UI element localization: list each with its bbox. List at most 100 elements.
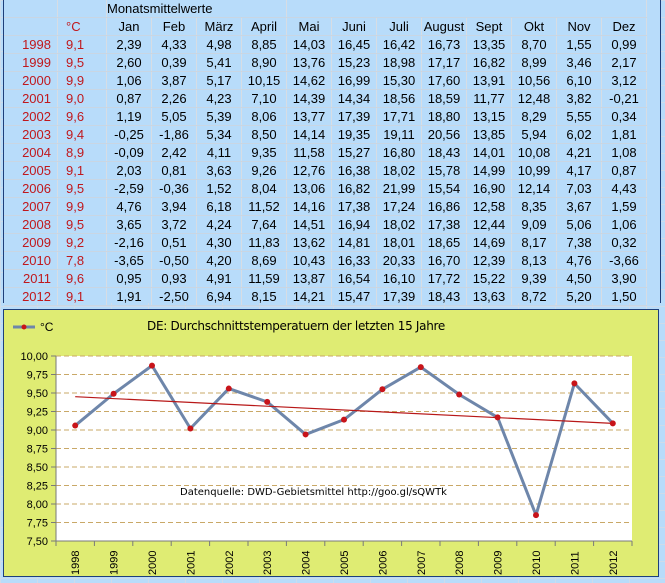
cell-monthly-value: 14,81: [331, 233, 377, 252]
row-annual-mean: 9,9: [57, 197, 107, 216]
cell-monthly-value: 5,20: [556, 287, 602, 306]
data-point[interactable]: [417, 364, 424, 371]
table-section-title: Monatsmittelwerte: [106, 0, 287, 18]
data-point[interactable]: [302, 431, 309, 438]
cell-monthly-value: 10,56: [511, 71, 557, 90]
data-point[interactable]: [187, 425, 194, 432]
cell-monthly-value: 18,59: [421, 89, 467, 108]
data-point[interactable]: [494, 414, 501, 421]
table-row: 2002 9,6 1,19 5,05 5,39 8,06 13,77 17,39 17,71 18…: [4, 107, 647, 126]
cell-monthly-value: 1,08: [601, 143, 647, 162]
row-annual-mean: 9,0: [57, 89, 107, 108]
row-year: 2006: [4, 179, 58, 198]
data-point[interactable]: [264, 398, 271, 405]
row-year: 2010: [4, 251, 58, 270]
cell-monthly-value: 3,90: [601, 269, 647, 288]
monthly-means-table-region: Monatsmittelwerte °C Jan Feb März April Mai Ju…: [3, 0, 661, 324]
data-point[interactable]: [110, 390, 117, 397]
cell-monthly-value: 16,86: [421, 197, 467, 216]
data-point[interactable]: [341, 416, 347, 423]
cell-monthly-value: 8,69: [241, 251, 287, 270]
column-header-month: Feb: [151, 17, 197, 36]
row-annual-mean: 9,5: [57, 53, 107, 72]
column-header-month: Juni: [331, 17, 377, 36]
cell-monthly-value: 9,26: [241, 161, 287, 180]
cell-monthly-value: 4,98: [196, 35, 242, 54]
cell-monthly-value: -0,25: [106, 125, 152, 144]
cell-monthly-value: 8,99: [511, 53, 557, 72]
cell-monthly-value: 8,29: [511, 107, 557, 126]
cell-monthly-value: 3,12: [601, 71, 647, 90]
row-year: 1998: [4, 35, 58, 54]
cell-monthly-value: 13,76: [286, 53, 332, 72]
cell-monthly-value: 5,94: [511, 125, 557, 144]
row-annual-mean: 8,9: [57, 143, 107, 162]
cell-monthly-value: 7,10: [241, 89, 287, 108]
cell-monthly-value: 5,41: [196, 53, 242, 72]
data-point[interactable]: [609, 420, 616, 427]
cell-monthly-value: 15,47: [331, 287, 377, 306]
cell-monthly-value: 8,13: [511, 251, 557, 270]
x-tick-label: 2006: [377, 551, 389, 575]
monthly-means-table: Monatsmittelwerte °C Jan Feb März April Mai Ju…: [4, 0, 647, 324]
cell-monthly-value: 3,82: [556, 89, 602, 108]
row-annual-mean: 9,6: [57, 269, 107, 288]
cell-monthly-value: 1,06: [106, 71, 152, 90]
data-point[interactable]: [72, 422, 79, 429]
column-header-month: August: [421, 17, 467, 36]
row-annual-mean: 9,5: [57, 215, 107, 234]
cell-monthly-value: 21,99: [376, 179, 422, 198]
data-point[interactable]: [225, 385, 232, 392]
cell-monthly-value: 16,70: [421, 251, 467, 270]
cell-monthly-value: 16,90: [466, 179, 512, 198]
row-year: 2004: [4, 143, 58, 162]
y-tick-label: 9,25: [27, 407, 48, 419]
cell-monthly-value: 1,52: [196, 179, 242, 198]
x-tick-label: 2000: [147, 551, 159, 575]
table-row: 2006 9,5 -2,59 -0,36 1,52 8,04 13,06 16,82 21,99…: [4, 179, 647, 198]
data-point[interactable]: [533, 512, 539, 519]
table-row: 2007 9,9 4,76 3,94 6,18 11,52 14,16 17,38 17,24 1…: [4, 197, 647, 216]
data-point[interactable]: [149, 362, 155, 369]
row-year: 2011: [4, 269, 58, 288]
x-tick-label: 2008: [454, 551, 466, 575]
row-annual-mean: 9,6: [57, 107, 107, 126]
table-row: 1998 9,1 2,39 4,33 4,98 8,85 14,03 16,45 16,42 16…: [4, 35, 647, 54]
cell-monthly-value: 12,48: [511, 89, 557, 108]
data-point[interactable]: [379, 386, 386, 393]
row-year: 2000: [4, 71, 58, 90]
table-title-row: Monatsmittelwerte: [4, 0, 647, 18]
cell-monthly-value: 6,94: [196, 287, 242, 306]
column-header-month: Okt: [511, 17, 557, 36]
row-year: 2005: [4, 161, 58, 180]
cell-monthly-value: 16,82: [331, 179, 377, 198]
cell-monthly-value: 5,39: [196, 107, 242, 126]
cell-monthly-value: 4,43: [601, 179, 647, 198]
y-tick-label: 10,00: [20, 351, 48, 363]
cell-monthly-value: 17,38: [421, 215, 467, 234]
data-source-annotation: Datenquelle: DWD-Gebietsmittel http://go…: [180, 487, 447, 498]
cell-monthly-value: 0,93: [151, 269, 197, 288]
cell-monthly-value: 12,58: [466, 197, 512, 216]
y-tick-label: 7,50: [27, 536, 48, 548]
cell-monthly-value: 18,01: [376, 233, 422, 252]
cell-monthly-value: -2,50: [151, 287, 197, 306]
cell-monthly-value: 1,59: [601, 197, 647, 216]
chart-area[interactable]: °C DE: Durchschnittstemperatuern der let…: [3, 309, 659, 577]
cell-monthly-value: 16,42: [376, 35, 422, 54]
data-point[interactable]: [456, 391, 463, 398]
x-tick-label: 2009: [493, 551, 505, 575]
column-header-month: Nov: [556, 17, 602, 36]
cell-monthly-value: 3,63: [196, 161, 242, 180]
x-tick-label: 2005: [339, 551, 351, 575]
cell-monthly-value: 12,39: [466, 251, 512, 270]
row-annual-mean: 9,1: [57, 287, 107, 306]
data-point[interactable]: [571, 380, 578, 387]
cell-monthly-value: 4,23: [196, 89, 242, 108]
row-annual-mean: 9,1: [57, 35, 107, 54]
cell-monthly-value: 13,91: [466, 71, 512, 90]
cell-monthly-value: 18,56: [376, 89, 422, 108]
cell-monthly-value: 4,30: [196, 233, 242, 252]
cell-monthly-value: 13,62: [286, 233, 332, 252]
cell-monthly-value: -0,09: [106, 143, 152, 162]
